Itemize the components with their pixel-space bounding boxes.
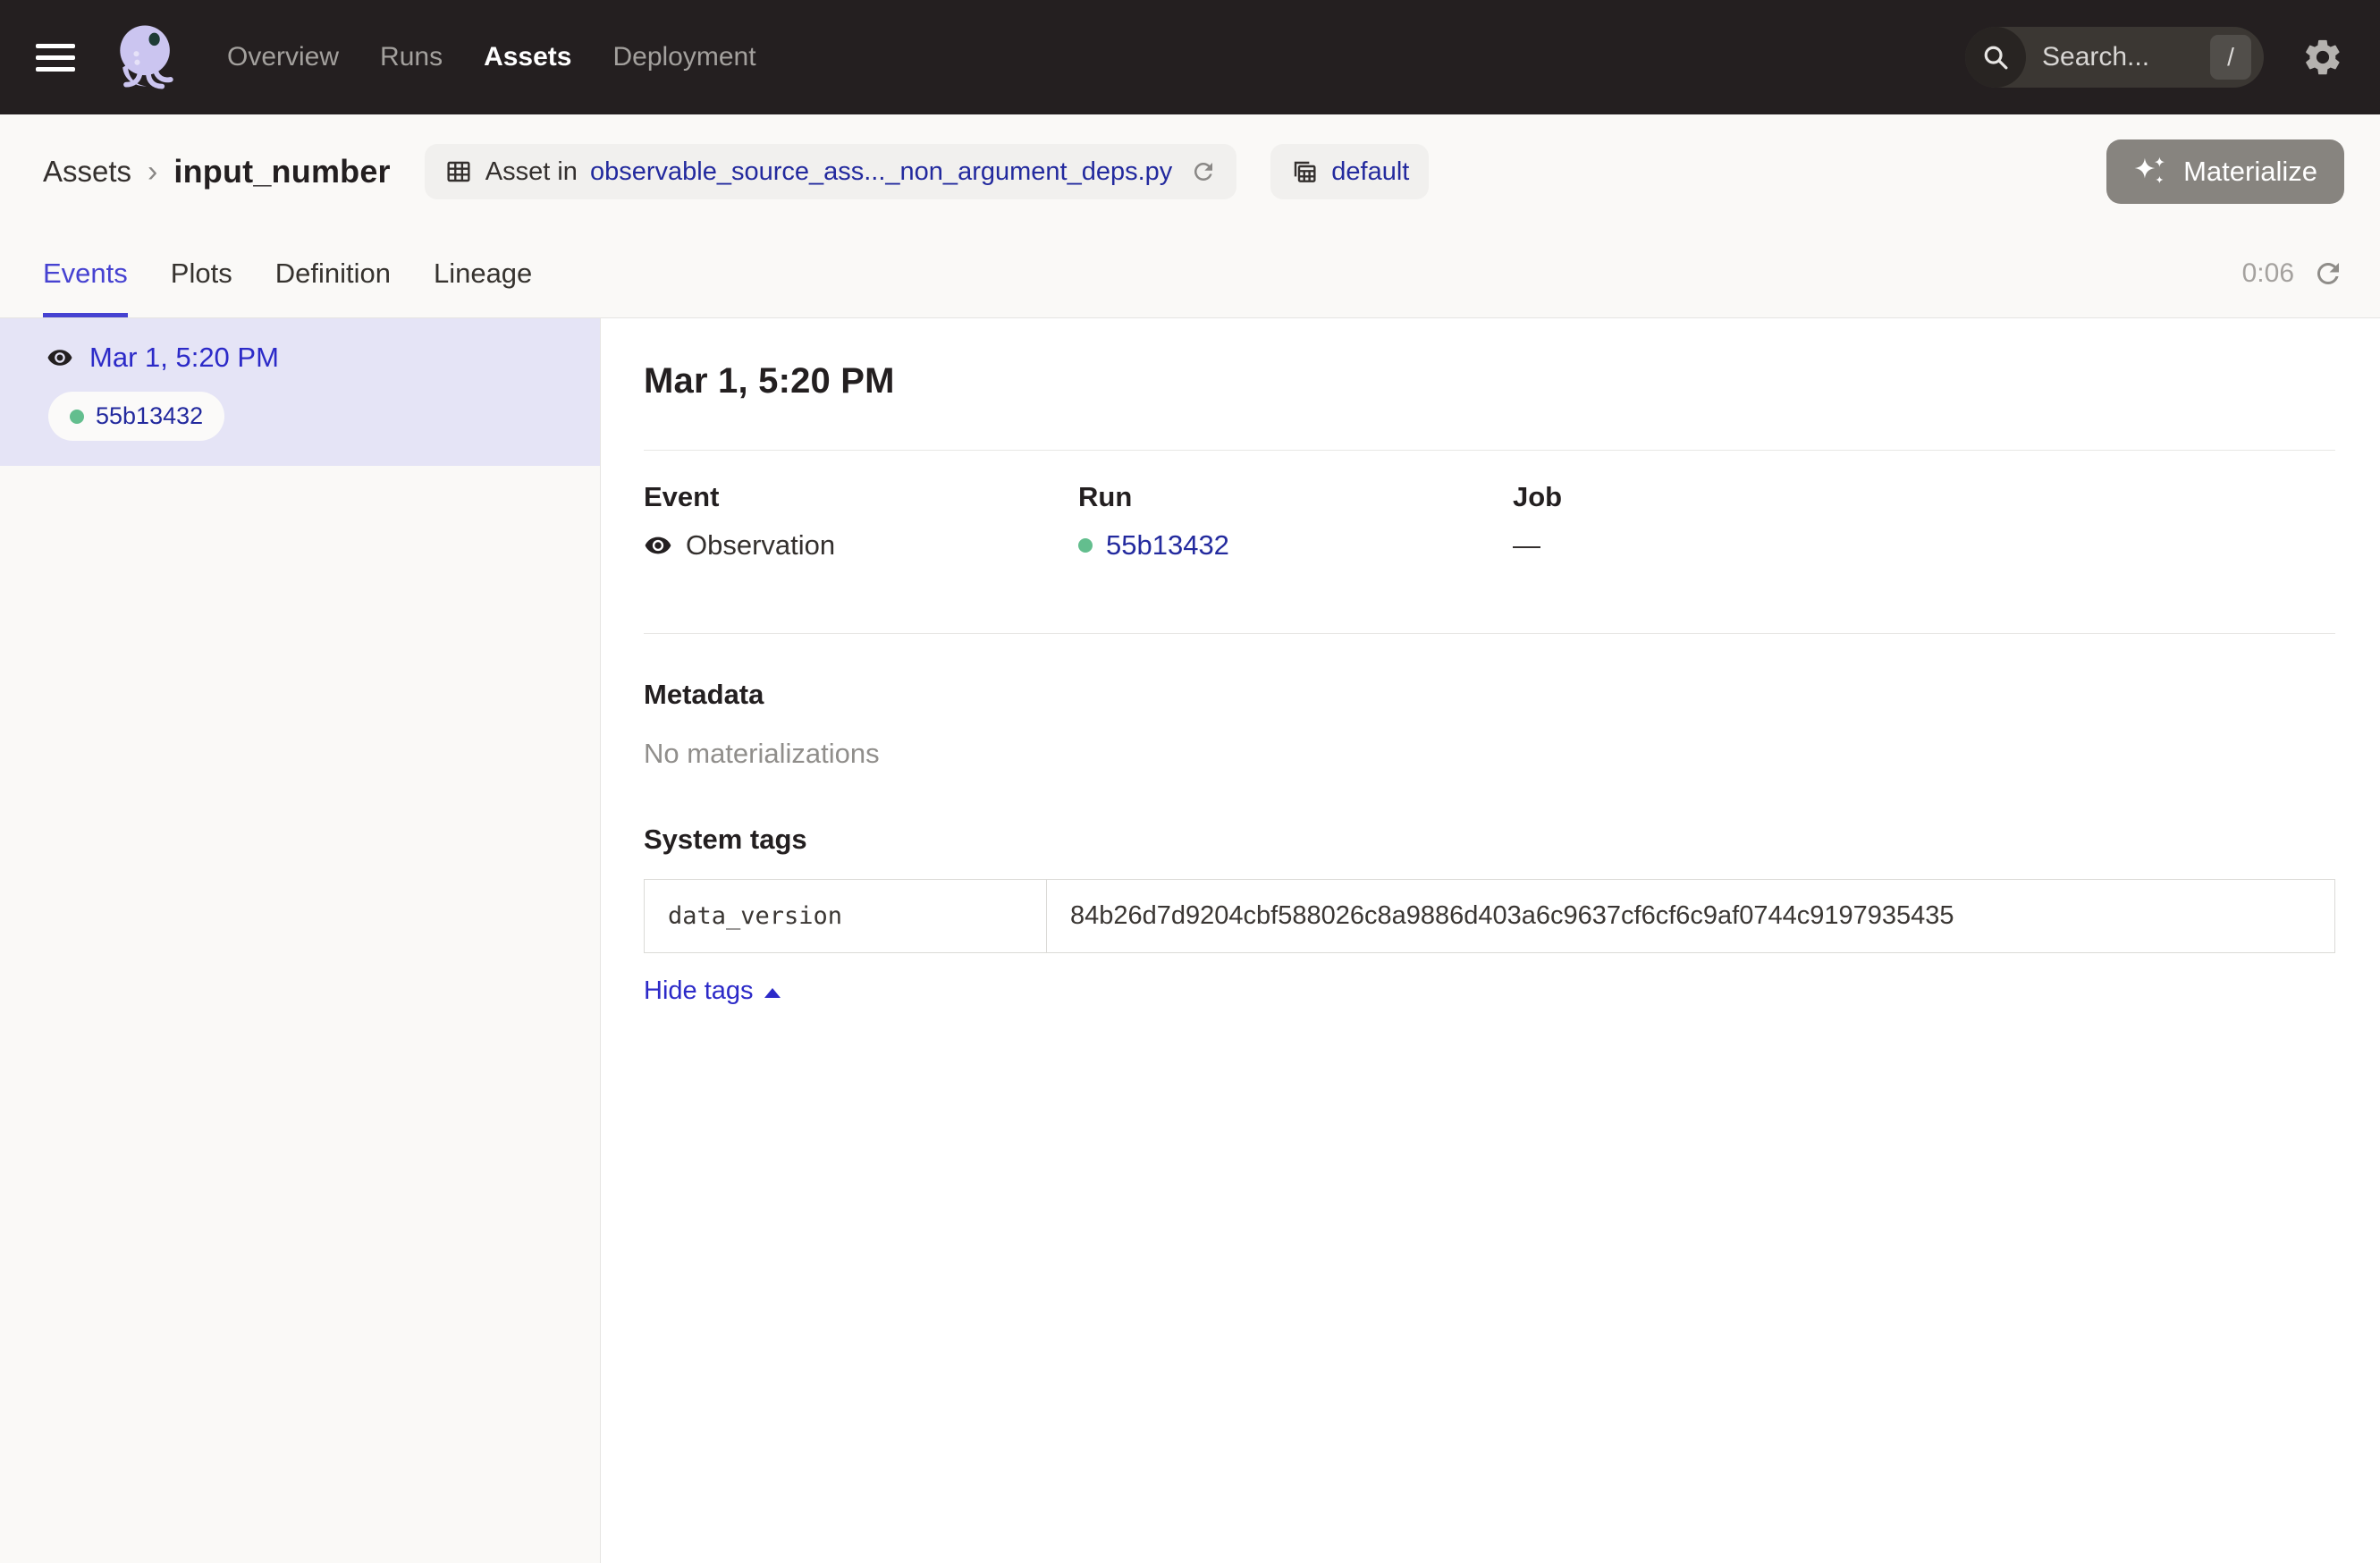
asset-file-link[interactable]: observable_source_ass..._non_argument_de… bbox=[590, 157, 1172, 187]
asset-grid-icon bbox=[444, 157, 473, 186]
run-id-label: 55b13432 bbox=[96, 402, 203, 430]
tag-key-cell: data_version bbox=[645, 880, 1047, 952]
event-timestamp-link[interactable]: Mar 1, 5:20 PM bbox=[89, 342, 279, 374]
tab-lineage[interactable]: Lineage bbox=[434, 229, 532, 317]
event-detail-title: Mar 1, 5:20 PM bbox=[644, 361, 2335, 401]
menu-icon[interactable] bbox=[36, 44, 75, 72]
run-id-badge[interactable]: 55b13432 bbox=[48, 392, 224, 441]
dagster-logo-icon[interactable] bbox=[105, 16, 188, 98]
materialize-label: Materialize bbox=[2183, 156, 2317, 188]
search-input[interactable]: / bbox=[1965, 27, 2264, 88]
dagster-app: Overview Runs Assets Deployment / Assets bbox=[0, 0, 2380, 1563]
tag-value-cell: 84b26d7d9204cbf588026c8a9886d403a6c9637c… bbox=[1047, 880, 2334, 952]
run-id-link[interactable]: 55b13432 bbox=[1106, 529, 1229, 562]
asset-location-prefix: Asset in bbox=[485, 157, 578, 187]
caret-up-icon bbox=[764, 988, 781, 998]
asset-tabs: Events Plots Definition Lineage 0:06 bbox=[0, 229, 2380, 318]
divider bbox=[644, 633, 2335, 634]
event-list-sidebar: Mar 1, 5:20 PM 55b13432 bbox=[0, 318, 601, 1563]
metadata-heading: Metadata bbox=[644, 679, 2335, 711]
code-location-link[interactable]: default bbox=[1331, 157, 1409, 187]
event-type-value: Observation bbox=[686, 529, 835, 562]
run-column-label: Run bbox=[1078, 481, 1513, 513]
asset-location-tag: Asset in observable_source_ass..._non_ar… bbox=[425, 144, 1237, 199]
hide-tags-link[interactable]: Hide tags bbox=[644, 976, 781, 1006]
tab-events[interactable]: Events bbox=[43, 229, 128, 317]
refresh-countdown: 0:06 bbox=[2242, 258, 2294, 289]
hide-tags-label: Hide tags bbox=[644, 976, 754, 1006]
job-column-label: Job bbox=[1513, 481, 2335, 513]
event-detail-panel: Mar 1, 5:20 PM Event Observation bbox=[601, 318, 2380, 1563]
search-icon bbox=[1965, 27, 2026, 88]
materialize-button[interactable]: Materialize bbox=[2106, 139, 2344, 204]
tab-plots[interactable]: Plots bbox=[171, 229, 232, 317]
code-location-tag: default bbox=[1270, 144, 1429, 199]
event-column-label: Event bbox=[644, 481, 1078, 513]
job-empty-value: — bbox=[1513, 529, 1540, 562]
run-status-dot bbox=[1078, 538, 1093, 553]
asset-header: Assets › input_number Asset in observabl… bbox=[0, 114, 2380, 229]
nav-item-overview[interactable]: Overview bbox=[227, 42, 339, 72]
tab-definition[interactable]: Definition bbox=[275, 229, 391, 317]
search-field[interactable] bbox=[2026, 42, 2210, 72]
nav-item-deployment[interactable]: Deployment bbox=[612, 42, 755, 72]
sparkle-icon bbox=[2133, 156, 2169, 188]
reload-location-icon[interactable] bbox=[1190, 158, 1217, 185]
event-summary-grid: Event Observation Run 55b1343 bbox=[644, 481, 2335, 562]
page-title: input_number bbox=[173, 153, 390, 190]
system-tags-heading: System tags bbox=[644, 824, 2335, 856]
search-shortcut-hint: / bbox=[2210, 35, 2251, 80]
event-list-item[interactable]: Mar 1, 5:20 PM 55b13432 bbox=[0, 318, 600, 466]
run-status-dot bbox=[70, 410, 84, 424]
gear-icon[interactable] bbox=[2301, 36, 2344, 79]
eye-icon bbox=[46, 344, 73, 371]
metadata-empty-text: No materializations bbox=[644, 738, 2335, 770]
primary-nav: Overview Runs Assets Deployment bbox=[227, 42, 756, 72]
nav-item-assets[interactable]: Assets bbox=[484, 42, 571, 72]
nav-item-runs[interactable]: Runs bbox=[380, 42, 443, 72]
system-tags-table: data_version 84b26d7d9204cbf588026c8a988… bbox=[644, 879, 2335, 953]
eye-icon bbox=[644, 531, 672, 560]
refresh-icon[interactable] bbox=[2312, 258, 2344, 290]
breadcrumb-assets-link[interactable]: Assets bbox=[43, 155, 131, 189]
top-nav-bar: Overview Runs Assets Deployment / bbox=[0, 0, 2380, 114]
code-location-icon bbox=[1290, 157, 1319, 186]
breadcrumb-separator: › bbox=[148, 155, 157, 190]
divider bbox=[644, 450, 2335, 451]
